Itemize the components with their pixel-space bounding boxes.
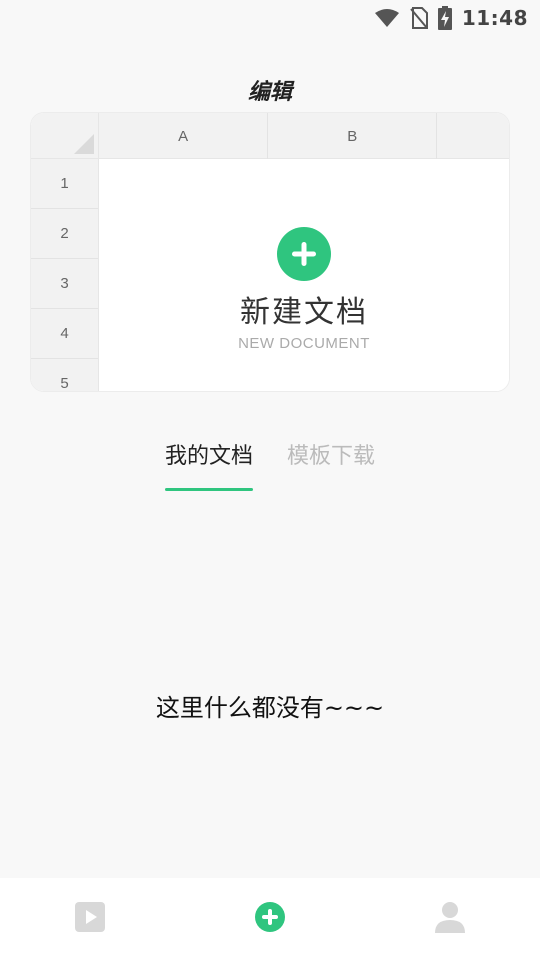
row-header: 3 — [31, 259, 98, 309]
play-icon — [75, 902, 105, 936]
column-header: B — [268, 113, 438, 159]
row-header: 2 — [31, 209, 98, 259]
tab-my-documents[interactable]: 我的文档 — [164, 438, 253, 492]
new-document-button[interactable]: 新建文档 NEW DOCUMENT — [99, 227, 509, 352]
nav-item-video[interactable] — [50, 878, 130, 960]
status-bar: 11:48 — [0, 0, 540, 36]
wifi-icon — [374, 8, 400, 28]
empty-state-text: 这里什么都没有~~~ — [155, 694, 385, 722]
row-header: 1 — [31, 159, 98, 209]
tab-template-download[interactable]: 模板下载 — [287, 438, 375, 492]
bottom-nav — [0, 878, 540, 960]
no-sim-icon — [410, 7, 428, 29]
sheet-corner — [31, 113, 99, 159]
sheet-body: 新建文档 NEW DOCUMENT — [99, 159, 509, 391]
tab-active-indicator — [164, 488, 253, 491]
battery-charging-icon — [437, 6, 452, 30]
new-document-subtitle: NEW DOCUMENT — [238, 335, 370, 352]
row-header: 5 — [31, 359, 98, 391]
status-time: 11:48 — [461, 6, 528, 30]
nav-item-create[interactable] — [230, 878, 310, 960]
row-header: 4 — [31, 309, 98, 359]
row-headers: 1 2 3 4 5 — [31, 159, 99, 391]
tab-label: 我的文档 — [164, 444, 253, 469]
column-header: A — [99, 113, 269, 159]
new-document-card[interactable]: A B 1 2 3 4 5 新建文档 NEW DOCUMENT — [30, 112, 510, 392]
plus-icon[interactable] — [277, 227, 331, 281]
column-headers: A B — [99, 113, 509, 159]
user-icon — [435, 901, 465, 937]
page-title: 编辑 — [247, 80, 292, 105]
plus-icon — [255, 902, 285, 936]
new-document-title: 新建文档 — [240, 295, 368, 330]
nav-item-profile[interactable] — [410, 878, 490, 960]
column-header — [437, 113, 509, 159]
tab-label: 模板下载 — [287, 444, 376, 469]
document-tabs: 我的文档 模板下载 — [0, 438, 540, 492]
